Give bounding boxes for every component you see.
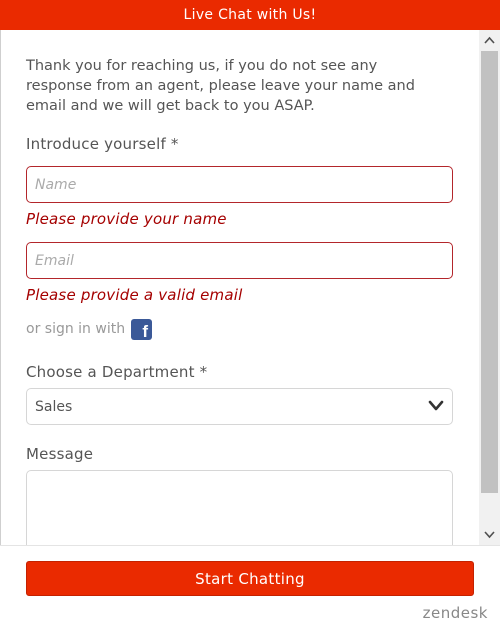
- chevron-down-icon: [428, 400, 444, 411]
- department-select[interactable]: Sales: [26, 388, 453, 425]
- message-textarea[interactable]: [26, 470, 453, 545]
- form-scrollbar[interactable]: [479, 30, 500, 545]
- zendesk-logo: zendesk: [422, 604, 488, 622]
- start-chatting-button[interactable]: Start Chatting: [26, 561, 474, 596]
- scrollbar-thumb[interactable]: [481, 51, 498, 493]
- message-label: Message: [26, 445, 94, 463]
- social-signin: or sign in with f: [26, 318, 153, 340]
- scroll-up-arrow-icon[interactable]: [479, 30, 500, 50]
- name-input[interactable]: [35, 167, 452, 202]
- name-error-message: Please provide your name: [26, 210, 227, 228]
- scroll-down-arrow-icon[interactable]: [479, 525, 500, 545]
- name-field[interactable]: [26, 166, 453, 203]
- chat-header-title: Live Chat with Us!: [183, 7, 317, 23]
- facebook-icon[interactable]: f: [131, 318, 153, 340]
- signin-text: or sign in with: [26, 321, 126, 337]
- department-label: Choose a Department *: [26, 363, 208, 381]
- chat-footer: Start Chatting zendesk: [0, 545, 500, 625]
- introduce-yourself-label: Introduce yourself *: [26, 135, 179, 153]
- email-input[interactable]: [35, 243, 452, 278]
- email-field[interactable]: [26, 242, 453, 279]
- chat-form: Thank you for reaching us, if you do not…: [0, 30, 478, 545]
- intro-text: Thank you for reaching us, if you do not…: [26, 58, 415, 114]
- chat-header: Live Chat with Us!: [0, 0, 500, 30]
- department-selected-value: Sales: [35, 398, 73, 415]
- email-error-message: Please provide a valid email: [26, 286, 243, 304]
